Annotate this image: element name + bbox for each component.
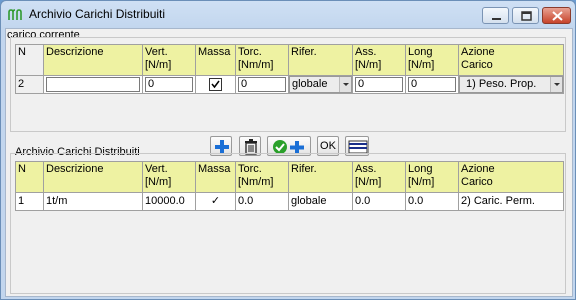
massa-cell [195, 75, 236, 94]
header-rifer: Rifer. [288, 161, 353, 193]
header-massa: Massa [195, 44, 236, 76]
chevron-down-icon [339, 77, 351, 92]
header-long: Long [N/m] [405, 161, 459, 193]
header-vert: Vert. [N/m] [142, 161, 196, 193]
archive-table: N Descrizione Vert. [N/m] Massa Torc. [N… [15, 161, 564, 211]
window-title: Archivio Carichi Distribuiti [29, 7, 166, 21]
header-n: N [15, 44, 44, 76]
close-icon [552, 11, 563, 21]
current-n: 2 [15, 75, 44, 94]
row-long: 0.0 [405, 192, 459, 211]
rifer-cell: globale [288, 75, 353, 94]
row-descrizione: 1t/m [43, 192, 143, 211]
header-massa: Massa [195, 161, 236, 193]
row-rifer: globale [288, 192, 353, 211]
app-icon [8, 9, 22, 20]
header-torc: Torc. [Nm/m] [235, 44, 289, 76]
header-vert: Vert. [N/m] [142, 44, 196, 76]
descrizione-cell [43, 75, 143, 94]
close-button[interactable] [542, 7, 571, 24]
row-n: 1 [15, 192, 44, 211]
ass-input[interactable]: 0 [355, 77, 403, 92]
minimize-icon [492, 18, 501, 20]
azione-select[interactable]: 1) Peso. Prop. [459, 76, 563, 93]
torc-cell: 0 [235, 75, 289, 94]
azione-value: 1) Peso. Prop. [466, 78, 537, 90]
maximize-icon [521, 11, 532, 21]
header-rifer: Rifer. [288, 44, 353, 76]
row-azione: 2) Caric. Perm. [458, 192, 564, 211]
title-bar[interactable]: Archivio Carichi Distribuiti [1, 1, 575, 29]
current-load-table: N Descrizione Vert. [N/m] Massa Torc. [N… [15, 44, 564, 94]
massa-checkbox[interactable] [209, 78, 222, 91]
rifer-select[interactable]: globale [289, 76, 352, 93]
header-torc: Torc. [Nm/m] [235, 161, 289, 193]
vert-cell: 0 [142, 75, 196, 94]
chevron-down-icon [550, 77, 562, 92]
header-n: N [15, 161, 44, 193]
header-descrizione: Descrizione [43, 161, 143, 193]
ass-cell: 0 [352, 75, 406, 94]
azione-cell: 1) Peso. Prop. [458, 75, 564, 94]
client-area: carico corrente N Descrizione Vert. [N/m… [5, 28, 573, 297]
header-long: Long [N/m] [405, 44, 459, 76]
header-ass: Ass. [N/m] [352, 161, 406, 193]
header-azione: Azione Carico [458, 161, 564, 193]
row-ass: 0.0 [352, 192, 406, 211]
minimize-button[interactable] [482, 7, 509, 24]
header-descrizione: Descrizione [43, 44, 143, 76]
torc-input[interactable]: 0 [238, 77, 286, 92]
header-ass: Ass. [N/m] [352, 44, 406, 76]
current-load-row: 2 0 0 globale 0 0 1) Peso. Prop. [15, 75, 564, 94]
rifer-value: globale [292, 78, 328, 90]
vert-input[interactable]: 0 [145, 77, 193, 92]
table-row[interactable]: 1 1t/m 10000.0 ✓ 0.0 globale 0.0 0.0 2) … [15, 192, 564, 211]
long-cell: 0 [405, 75, 459, 94]
row-torc: 0.0 [235, 192, 289, 211]
app-window: Archivio Carichi Distribuiti carico corr… [0, 0, 576, 300]
maximize-button[interactable] [512, 7, 539, 24]
descrizione-input[interactable] [46, 77, 140, 92]
row-massa: ✓ [195, 192, 236, 211]
row-vert: 10000.0 [142, 192, 196, 211]
header-azione: Azione Carico [458, 44, 564, 76]
long-input[interactable]: 0 [408, 77, 456, 92]
